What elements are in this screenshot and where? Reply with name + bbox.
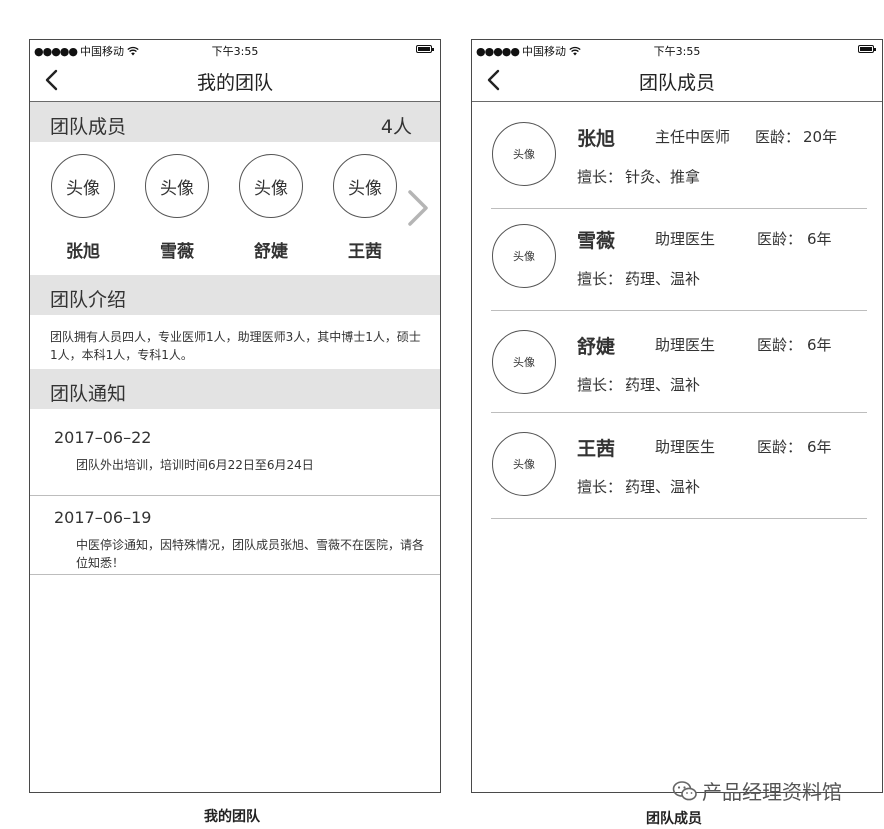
avatar: 头像 [333,154,397,218]
member-name: 舒婕 [254,242,288,262]
years-label: 医龄： [757,438,803,456]
member-name: 张旭 [66,242,100,262]
members-section-header: 团队成员 4人 [30,102,440,142]
skill-label: 擅长： [577,270,623,288]
left-screen-caption: 我的团队 [204,809,260,825]
notice-date: 2017–06–19 [54,508,152,527]
page-title: 团队成员 [638,72,715,94]
member-name: 雪薇 [577,230,616,252]
notice-text: 团队外出培训，培训时间6月22日至6月24日 [76,458,314,472]
member-name: 王茜 [348,242,382,262]
member-item[interactable]: 头像 雪薇 [144,154,210,262]
member-name: 张旭 [577,128,616,150]
member-skill: 针灸、推拿 [625,168,701,186]
avatar: 头像 [239,154,303,218]
member-skill: 药理、温补 [625,270,701,288]
years-label: 医龄： [757,230,803,248]
status-bar: ●●●●● 中国移动 下午3:55 [472,40,882,60]
watermark: 产品经理资料馆 [672,776,842,805]
skill-label: 擅长： [577,376,623,394]
intro-section-label: 团队介绍 [50,289,127,311]
avatar: 头像 [145,154,209,218]
member-years: 6年 [807,230,832,248]
years-label: 医龄： [755,128,801,146]
avatar: 头像 [492,432,556,496]
team-members-screen: ●●●●● 中国移动 下午3:55 团队成员 头像 张旭 主任中医师 医龄： 2… [471,39,883,793]
status-time: 下午3:55 [653,45,701,58]
member-avatar-carousel: 头像 张旭 头像 雪薇 头像 舒婕 头像 王茜 [30,142,440,275]
members-count: 4人 [380,116,412,138]
notice-section-header: 团队通知 [30,369,440,409]
page-title: 我的团队 [196,72,273,94]
member-card[interactable]: 头像 王茜 助理医生 医龄： 6年 擅长： 药理、温补 [491,416,867,519]
notice-text: 中医停诊通知，因特殊情况，团队成员张旭、雪薇不在医院，请各位知悉！ [76,538,425,570]
member-years: 6年 [807,438,832,456]
avatar: 头像 [492,224,556,288]
member-item[interactable]: 头像 王茜 [332,154,398,262]
member-card[interactable]: 头像 雪薇 助理医生 医龄： 6年 擅长： 药理、温补 [491,208,867,311]
my-team-screen: ●●●●● 中国移动 下午3:55 我的团队 团队成员 4人 头像 张旭 头像 … [29,39,441,793]
team-intro-text: 团队拥有人员四人，专业医师1人，助理医师3人，其中博士1人，硕士1人，本科1人，… [50,330,421,362]
member-title: 主任中医师 [655,128,731,146]
status-bar: ●●●●● 中国移动 下午3:55 [30,40,440,60]
member-card[interactable]: 头像 舒婕 助理医生 医龄： 6年 擅长： 药理、温补 [491,310,867,413]
member-skill: 药理、温补 [625,376,701,394]
member-title: 助理医生 [655,230,716,248]
wechat-icon [672,780,697,800]
member-skill: 药理、温补 [625,478,701,496]
notice-item[interactable]: 2017–06–19 中医停诊通知，因特殊情况，团队成员张旭、雪薇不在医院，请各… [30,496,440,575]
notice-date: 2017–06–22 [54,428,152,447]
battery-icon [416,45,434,53]
status-time: 下午3:55 [211,45,259,58]
member-item[interactable]: 头像 张旭 [50,154,116,262]
skill-label: 擅长： [577,168,623,186]
battery-icon [858,45,876,53]
nav-bar: 我的团队 [30,60,440,102]
member-title: 助理医生 [655,336,716,354]
intro-section-header: 团队介绍 [30,275,440,315]
member-card[interactable]: 头像 张旭 主任中医师 医龄： 20年 擅长： 针灸、推拿 [491,106,867,209]
avatar: 头像 [492,330,556,394]
member-name: 舒婕 [577,336,616,358]
skill-label: 擅长： [577,478,623,496]
chevron-right-icon[interactable] [404,186,432,230]
nav-bar: 团队成员 [472,60,882,102]
notice-item[interactable]: 2017–06–22 团队外出培训，培训时间6月22日至6月24日 [30,409,440,496]
member-name: 王茜 [577,438,616,460]
members-section-label: 团队成员 [50,116,127,138]
watermark-text: 产品经理资料馆 [702,780,842,804]
years-label: 医龄： [757,336,803,354]
member-title: 助理医生 [655,438,716,456]
member-item[interactable]: 头像 舒婕 [238,154,304,262]
member-name: 雪薇 [160,242,194,262]
notice-section-label: 团队通知 [50,383,127,405]
right-screen-caption: 团队成员 [646,811,702,827]
avatar: 头像 [51,154,115,218]
member-years: 20年 [803,128,838,146]
member-years: 6年 [807,336,832,354]
avatar: 头像 [492,122,556,186]
